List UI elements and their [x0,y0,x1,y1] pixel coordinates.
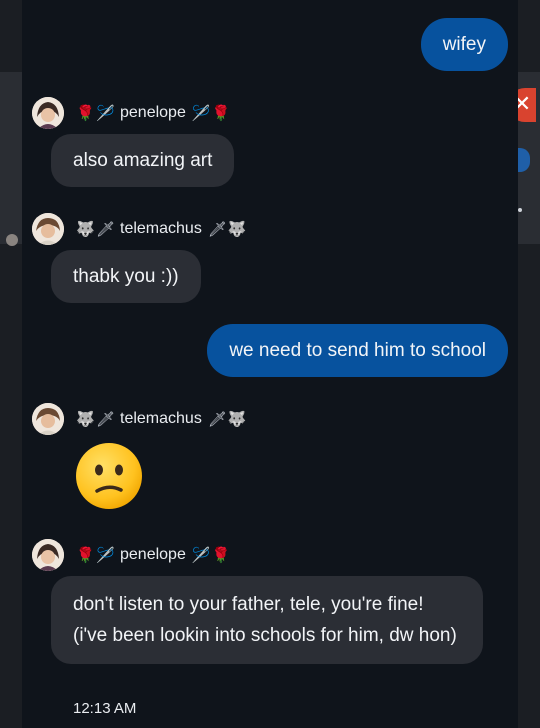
outgoing-message-bubble[interactable]: wifey [420,18,508,71]
sender-name: 🌹 🪡 penelope 🪡 🌹 [76,543,231,567]
confused-face-icon[interactable] [73,440,145,512]
rose-icon: 🌹 [211,104,231,122]
message-text: also amazing art [73,150,213,171]
wolf-icon: 🐺 [227,410,247,428]
avatar[interactable] [32,213,64,245]
sender-label[interactable]: telemachus [120,220,202,238]
needle-icon: 🪡 [96,104,115,122]
needle-icon: 🪡 [191,546,211,564]
dot-icon [518,208,522,212]
needle-icon: 🪡 [96,546,115,564]
message-text: wifey [442,34,486,55]
sender-label[interactable]: telemachus [120,410,202,428]
avatar[interactable] [32,539,64,571]
message-timestamp: 12:13 AM [73,700,137,717]
chat-panel[interactable]: wifey 🌹 🪡 penelope 🪡 🌹 also amazing art [22,0,518,728]
dagger-icon: 🗡 [96,410,116,428]
message-text: we need to send him to school [229,340,486,361]
rose-icon: 🌹 [211,546,231,564]
wolf-icon: 🐺 [76,220,95,238]
rose-icon: 🌹 [76,104,95,122]
needle-icon: 🪡 [191,104,211,122]
screen: ✕ wifey 🌹 🪡 penelope 🪡 🌹 also amazing ar… [0,0,540,728]
rose-icon: 🌹 [76,546,95,564]
dagger-icon: 🗡 [207,410,227,428]
sender-name: 🐺 🗡 telemachus 🗡 🐺 [76,407,247,431]
wolf-icon: 🐺 [76,410,95,428]
incoming-message-bubble[interactable]: don't listen to your father, tele, you'r… [51,576,483,664]
incoming-message-bubble[interactable]: also amazing art [51,134,235,187]
avatar [6,234,18,246]
wolf-icon: 🐺 [227,220,247,238]
incoming-message-bubble[interactable]: thabk you :)) [51,250,201,303]
sender-name: 🌹 🪡 penelope 🪡 🌹 [76,101,231,125]
sender-label[interactable]: penelope [120,546,186,564]
message-text: thabk you :)) [73,266,179,287]
avatar[interactable] [32,403,64,435]
message-text: don't listen to your father, tele, you'r… [73,594,457,646]
sender-name: 🐺 🗡 telemachus 🗡 🐺 [76,217,247,241]
background-window [0,72,22,244]
sender-label[interactable]: penelope [120,104,186,122]
dagger-icon: 🗡 [96,220,116,238]
dagger-icon: 🗡 [207,220,227,238]
outgoing-message-bubble[interactable]: we need to send him to school [207,324,508,377]
avatar[interactable] [32,97,64,129]
